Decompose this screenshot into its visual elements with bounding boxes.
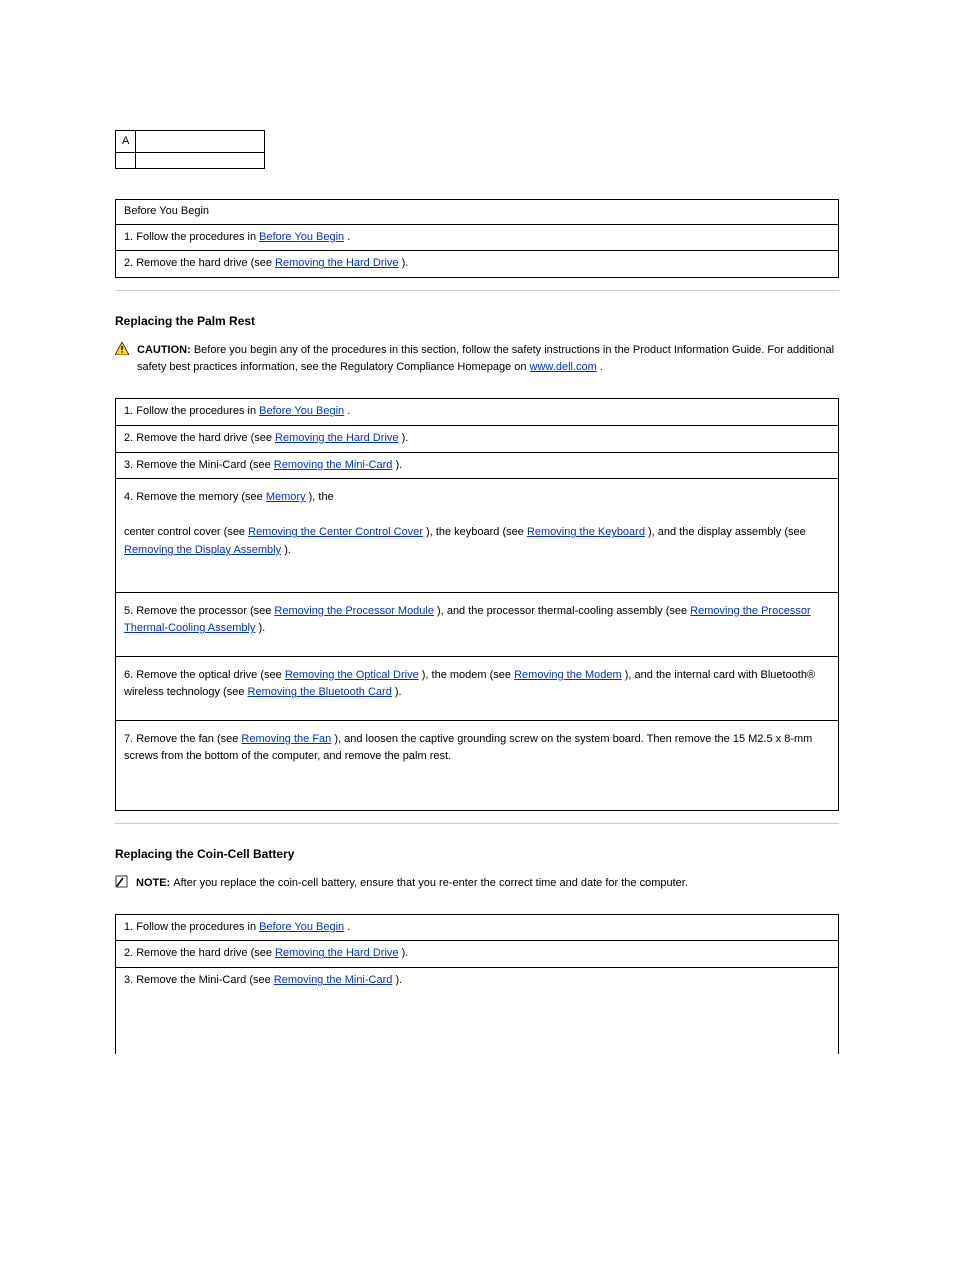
before-you-begin-link[interactable]: Before You Begin — [259, 405, 344, 417]
note-bold: NOTE: — [136, 877, 173, 889]
removing-processor-module-link[interactable]: Removing the Processor Module — [274, 605, 434, 617]
coin-cell-heading: Replacing the Coin-Cell Battery — [115, 846, 839, 863]
caution-block: CAUTION: Before you begin any of the pro… — [115, 342, 839, 377]
text: ). — [395, 974, 402, 986]
dell-link[interactable]: www.dell.com — [530, 361, 597, 373]
caution-suffix: . — [600, 361, 603, 373]
text: 1. Follow the procedures in — [124, 405, 259, 417]
before-you-begin-link[interactable]: Before You Begin — [259, 231, 344, 243]
text: ), the modem (see — [422, 669, 514, 681]
text: 5. Remove the processor (see — [124, 605, 274, 617]
removing-display-assembly-link[interactable]: Removing the Display Assembly — [124, 544, 281, 556]
palm-row6: 6. Remove the optical drive (see Removin… — [116, 656, 839, 720]
removing-optical-drive-link[interactable]: Removing the Optical Drive — [285, 669, 419, 681]
text: center control cover (see — [124, 526, 248, 538]
text: ). — [395, 686, 402, 698]
palm-row1: 1. Follow the procedures in Before You B… — [116, 399, 839, 426]
text: 1. Follow the procedures in — [124, 231, 259, 243]
before-begin-table: Before You Begin 1. Follow the procedure… — [115, 199, 839, 278]
removing-mini-card-link[interactable]: Removing the Mini-Card — [274, 459, 393, 471]
type-a-table: A — [115, 130, 265, 169]
text: ). — [402, 432, 409, 444]
before-begin-header: Before You Begin — [116, 200, 839, 224]
before-begin-row1: 1. Follow the procedures in Before You B… — [116, 224, 839, 251]
coin-row3: 3. Remove the Mini-Card (see Removing th… — [116, 968, 839, 1054]
removing-hard-drive-link[interactable]: Removing the Hard Drive — [275, 947, 399, 959]
text: 2. Remove the hard drive (see — [124, 947, 275, 959]
removing-mini-card-link[interactable]: Removing the Mini-Card — [274, 974, 393, 986]
divider — [115, 823, 839, 824]
removing-bluetooth-card-link[interactable]: Removing the Bluetooth Card — [248, 686, 392, 698]
caution-text: CAUTION: Before you begin any of the pro… — [137, 342, 839, 377]
text: 6. Remove the optical drive (see — [124, 669, 285, 681]
palm-rest-heading: Replacing the Palm Rest — [115, 313, 839, 330]
note-body: After you replace the coin-cell battery,… — [173, 877, 688, 889]
text: 7. Remove the fan (see — [124, 733, 241, 745]
removing-center-control-cover-link[interactable]: Removing the Center Control Cover — [248, 526, 423, 538]
text: . — [347, 921, 350, 933]
before-you-begin-link[interactable]: Before You Begin — [259, 921, 344, 933]
text: 1. Follow the procedures in — [124, 921, 259, 933]
text: 3. Remove the Mini-Card (see — [124, 459, 274, 471]
coin-row1: 1. Follow the procedures in Before You B… — [116, 914, 839, 941]
palm-row5: 5. Remove the processor (see Removing th… — [116, 592, 839, 656]
cell-a: A — [116, 131, 136, 153]
note-text: NOTE: After you replace the coin-cell ba… — [136, 875, 688, 893]
note-block: NOTE: After you replace the coin-cell ba… — [115, 875, 839, 893]
text: . — [347, 231, 350, 243]
caution-bold: CAUTION: — [137, 344, 194, 356]
removing-hard-drive-link[interactable]: Removing the Hard Drive — [275, 257, 399, 269]
removing-hard-drive-link[interactable]: Removing the Hard Drive — [275, 432, 399, 444]
text: ). — [395, 459, 402, 471]
cell-a-right — [136, 131, 265, 153]
text: ). — [402, 257, 409, 269]
text: ), and the display assembly (see — [648, 526, 806, 538]
coin-cell-table: 1. Follow the procedures in Before You B… — [115, 914, 839, 1054]
text: 2. Remove the hard drive (see — [124, 257, 275, 269]
text: ). — [259, 622, 266, 634]
palm-row2: 2. Remove the hard drive (see Removing t… — [116, 425, 839, 452]
coin-row2: 2. Remove the hard drive (see Removing t… — [116, 941, 839, 968]
divider — [115, 290, 839, 291]
text: 3. Remove the Mini-Card (see — [124, 974, 274, 986]
caution-body: Before you begin any of the procedures i… — [137, 344, 834, 374]
text: ), the keyboard (see — [426, 526, 527, 538]
text: ). — [402, 947, 409, 959]
text: ), the — [309, 491, 334, 503]
removing-fan-link[interactable]: Removing the Fan — [241, 733, 331, 745]
memory-link[interactable]: Memory — [266, 491, 306, 503]
text: ). — [284, 544, 291, 556]
palm-rest-table: 1. Follow the procedures in Before You B… — [115, 398, 839, 811]
palm-row4: 4. Remove the memory (see Memory ), the … — [116, 479, 839, 592]
cell-b-left — [116, 153, 136, 169]
caution-icon — [115, 342, 129, 355]
removing-keyboard-link[interactable]: Removing the Keyboard — [527, 526, 645, 538]
text: 4. Remove the memory (see — [124, 491, 266, 503]
text: 2. Remove the hard drive (see — [124, 432, 275, 444]
text: . — [347, 405, 350, 417]
text: ), and the processor thermal-cooling ass… — [437, 605, 690, 617]
palm-row7: 7. Remove the fan (see Removing the Fan … — [116, 720, 839, 810]
note-icon — [115, 875, 128, 888]
before-begin-row2: 2. Remove the hard drive (see Removing t… — [116, 251, 839, 278]
removing-modem-link[interactable]: Removing the Modem — [514, 669, 622, 681]
cell-b-right — [136, 153, 265, 169]
palm-row3: 3. Remove the Mini-Card (see Removing th… — [116, 452, 839, 479]
